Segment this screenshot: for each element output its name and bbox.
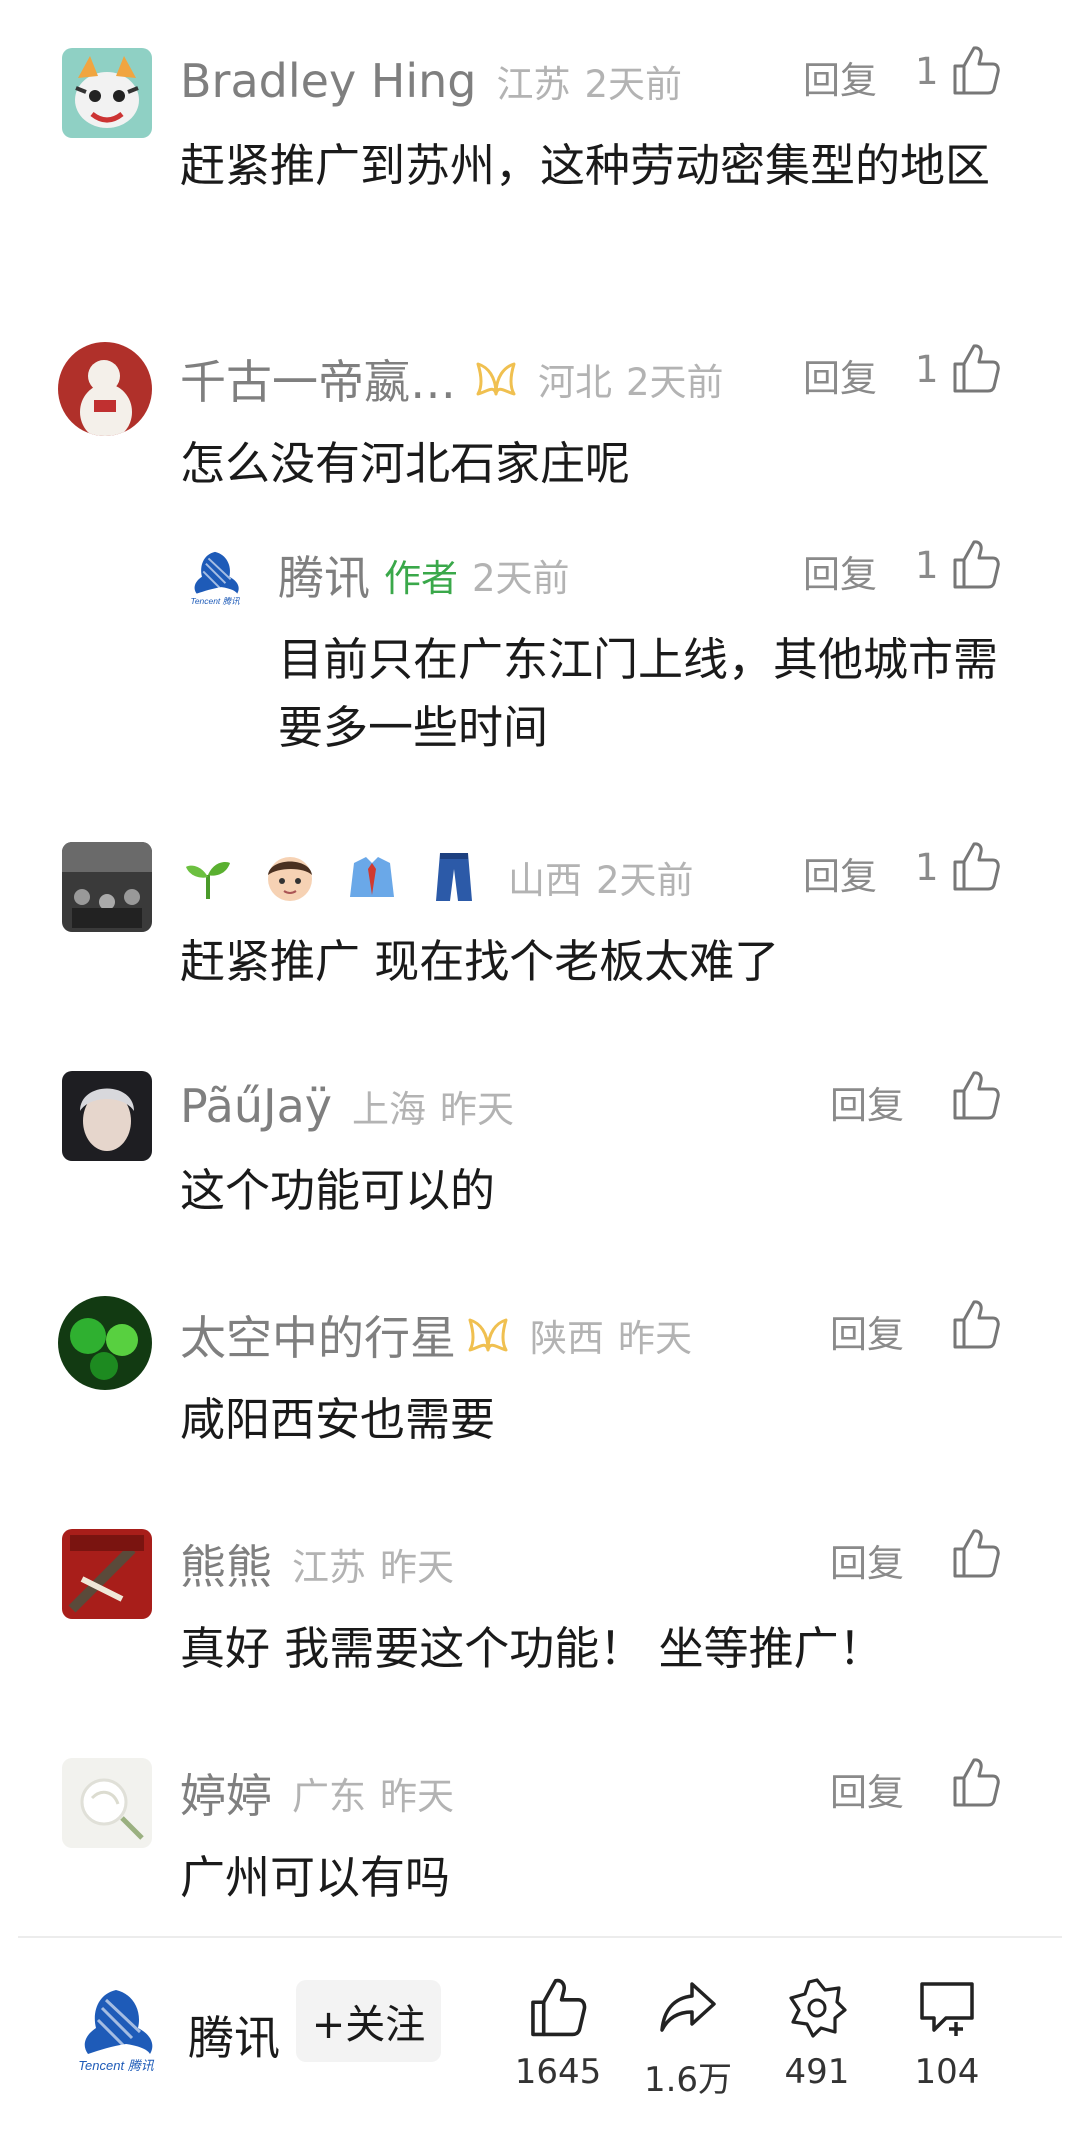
reply-button[interactable]: 回复 (803, 50, 877, 104)
comment-meta: PãűJaÿ 上海 昨天 (180, 1073, 514, 1139)
reply-button[interactable]: 回复 (830, 1075, 904, 1129)
thumbs-up-icon[interactable] (952, 1298, 1000, 1350)
location: 上海 (352, 1088, 426, 1131)
thumbs-up-icon[interactable] (952, 1069, 1000, 1121)
avatar[interactable] (62, 842, 152, 932)
share-count: 1.6万 (643, 2060, 733, 2100)
location: 江苏 (496, 63, 571, 106)
avatar[interactable] (62, 48, 152, 138)
timestamp: 昨天 (618, 1317, 692, 1360)
reply-button[interactable]: 回复 (830, 1762, 904, 1816)
shirt-tie-emoji (350, 857, 394, 897)
location: 陕西 (530, 1317, 604, 1360)
thumbs-up-icon[interactable] (952, 44, 1000, 96)
like-count: 1 (915, 846, 939, 889)
like-count: 1 (915, 544, 939, 587)
tencent-logo-icon[interactable] (70, 1984, 162, 2076)
comment-meta: 婷婷 广东 昨天 (180, 1760, 454, 1826)
timestamp: 昨天 (380, 1775, 454, 1818)
thumbs-up-icon[interactable] (952, 1756, 1000, 1808)
timestamp: 2天前 (626, 361, 724, 404)
username[interactable]: 熊熊 (180, 1531, 272, 1597)
avatar[interactable] (62, 1071, 152, 1161)
like-action[interactable]: 1645 (498, 1976, 618, 2092)
location: 江苏 (292, 1546, 366, 1589)
thumbs-up-icon[interactable] (952, 538, 1000, 590)
author-tag: 作者 (384, 557, 458, 600)
comment-text: 赶紧推广到苏州，这种劳动密集型的地区 (180, 139, 991, 192)
comment-count: 104 (914, 2052, 980, 2092)
location: 河北 (538, 361, 612, 404)
reply-button[interactable]: 回复 (830, 1533, 904, 1587)
jeans-emoji (436, 853, 472, 901)
like-count: 1645 (514, 2052, 602, 2092)
thumbs-up-icon[interactable] (952, 1527, 1000, 1579)
thumbs-up-icon (531, 1978, 587, 2037)
favorite-action[interactable]: 491 (757, 1976, 877, 2092)
timestamp: 昨天 (380, 1546, 454, 1589)
comment-text: 目前只在广东江门上线，其他城市需要多一些时间 (278, 633, 999, 754)
avatar[interactable] (58, 342, 152, 436)
vip-badge-icon (474, 361, 518, 397)
comment-text: 怎么没有河北石家庄呢 (180, 437, 631, 490)
location: 广东 (292, 1775, 366, 1818)
vip-badge-icon (466, 1317, 510, 1353)
comment-text: 咸阳西安也需要 (180, 1393, 496, 1446)
comment-meta: 太空中的行星 陕西 昨天 (180, 1302, 692, 1368)
like-count: 1 (915, 348, 939, 391)
username[interactable]: Bradley Hing (180, 54, 477, 108)
comment-text: 广州可以有吗 (180, 1851, 451, 1904)
bottom-action-bar: 腾讯 +关注 1645 1.6万 491 104 (0, 1940, 1080, 2134)
username[interactable]: PãűJaÿ (180, 1079, 332, 1133)
thumbs-up-icon[interactable] (952, 840, 1000, 892)
comment-action[interactable]: 104 (887, 1976, 1007, 2092)
comment-text: 这个功能可以的 (180, 1164, 496, 1217)
avatar[interactable] (62, 1529, 152, 1619)
comment-meta: Bradley Hing 江苏 2天前 (180, 48, 682, 114)
comment-meta: 腾讯 作者 2天前 (278, 542, 570, 608)
comment-text: 赶紧推广 现在找个老板太难了 (180, 935, 780, 988)
comment-add-icon (920, 1982, 974, 2036)
timestamp: 2天前 (472, 557, 570, 600)
seedling-emoji (186, 862, 230, 899)
divider (18, 1936, 1062, 1938)
boy-emoji (268, 857, 312, 901)
username[interactable]: 婷婷 (180, 1760, 272, 1826)
comment-meta: 山西 2天前 (180, 844, 694, 910)
username[interactable]: 腾讯 (278, 542, 370, 608)
avatar[interactable] (58, 1296, 152, 1390)
location: 山西 (508, 859, 582, 902)
share-action[interactable]: 1.6万 (628, 1976, 748, 2101)
reply-button[interactable]: 回复 (830, 1304, 904, 1358)
avatar[interactable] (62, 1758, 152, 1848)
comment-meta: 千古一帝嬴… 河北 2天前 (180, 346, 724, 412)
follow-button[interactable]: +关注 (296, 1980, 441, 2062)
share-arrow-icon (660, 1982, 716, 2032)
comment-text: 真好 我需要这个功能！ 坐等推广！ (180, 1622, 884, 1675)
reply-button[interactable]: 回复 (803, 348, 877, 402)
timestamp: 2天前 (596, 859, 694, 902)
star-badge-icon (789, 1978, 847, 2038)
favorite-count: 491 (784, 2052, 850, 2092)
username[interactable]: 千古一帝嬴… (180, 346, 456, 412)
comment-meta: 熊熊 江苏 昨天 (180, 1531, 454, 1597)
timestamp: 2天前 (584, 63, 683, 106)
thumbs-up-icon[interactable] (952, 342, 1000, 394)
like-count: 1 (915, 50, 939, 93)
avatar[interactable] (185, 548, 245, 608)
username[interactable]: 太空中的行星 (180, 1302, 456, 1368)
timestamp: 昨天 (440, 1088, 514, 1131)
reply-button[interactable]: 回复 (803, 846, 877, 900)
account-name[interactable]: 腾讯 (188, 2002, 280, 2068)
reply-button[interactable]: 回复 (803, 544, 877, 598)
emoji-username[interactable] (180, 849, 508, 905)
